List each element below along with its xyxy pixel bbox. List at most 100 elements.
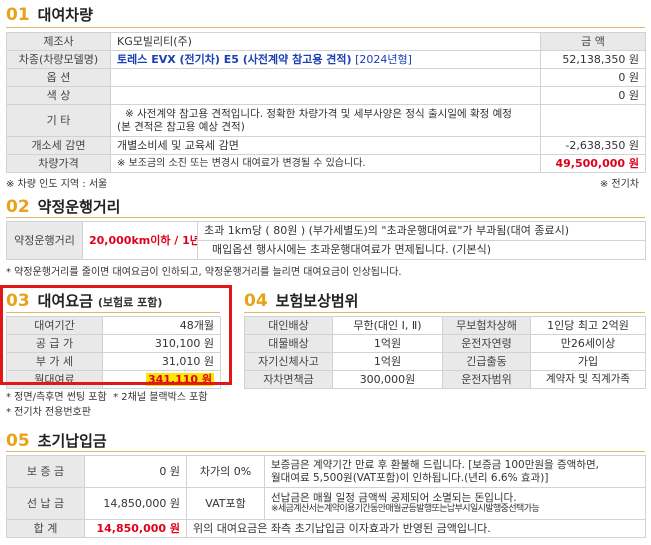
coverage-label: 긴급출동: [442, 352, 531, 371]
section-heading: 보험보상범위: [275, 292, 359, 310]
model-cell: 토레스 EVX (전기차) E5 (사전계약 참고용 견적) [2024년형]: [110, 50, 541, 69]
prepay-desc-2: ※세금계산서는계약이용기간동안매월균등발행또는납부시일시발행중선택가능: [271, 504, 540, 515]
section-01-title: 01 대여차량: [6, 4, 93, 25]
coverage-value: 1억원: [332, 352, 443, 371]
model-year: [2024년형]: [355, 52, 412, 66]
coverage-value: 300,000원: [332, 370, 443, 389]
section-divider: [6, 217, 645, 218]
model-amount: 52,138,350 원: [540, 50, 646, 69]
prepay-desc: 선납금은 매월 일정 금액씩 공제되어 소멸되는 돈입니다. ※세금계산서는계약…: [264, 487, 646, 520]
price-note: ※ 보조금의 소진 또는 변경시 대여료가 변경될 수 있습니다.: [110, 154, 541, 173]
etc-line-2: (본 견적은 참고용 예상 견적): [117, 120, 245, 133]
table-row: 옵 션 0 원: [6, 68, 646, 87]
deposit-desc: 보증금은 계약기간 만료 후 환불해 드립니다. [보증금 100만원을 증액하…: [264, 455, 646, 488]
ev-note: ※ 전기차: [599, 179, 639, 190]
total-value: 14,850,000 원: [84, 519, 187, 538]
section-number: 02: [6, 197, 30, 217]
section-number: 05: [6, 431, 30, 451]
initial-payment-table: 보 증 금 0 원 차가의 0% 보증금은 계약기간 만료 후 환불해 드립니다…: [6, 455, 646, 538]
model-label: 차종(차량모델명): [6, 50, 111, 69]
table-row: 자차면책금 300,000원 운전자범위 계약자 및 직계가족: [244, 370, 646, 389]
table-row: 자기신체사고 1억원 긴급출동 가입: [244, 352, 646, 371]
prepay-vat: VAT포함: [186, 487, 265, 520]
etc-label: 기 타: [6, 104, 111, 137]
deposit-ratio: 차가의 0%: [186, 455, 265, 488]
coverage-label: 대인배상: [244, 316, 333, 335]
coverage-value: 무한(대인 Ⅰ, Ⅱ): [332, 316, 443, 335]
coverage-label: 운전자범위: [442, 370, 531, 389]
tax-value: 개별소비세 및 교육세 감면: [110, 136, 541, 155]
section-02-title: 02 약정운행거리: [6, 196, 120, 217]
mileage-table: 약정운행거리 20,000km이하 / 1년 초과 1km당 ( 80원 ) (…: [6, 221, 646, 260]
deposit-label: 보 증 금: [6, 455, 85, 488]
model-value: 토레스 EVX (전기차) E5 (사전계약 참고용 견적): [117, 52, 352, 66]
section-divider: [244, 312, 645, 313]
price-amount: 49,500,000 원: [540, 154, 646, 173]
coverage-label: 대물배상: [244, 334, 333, 353]
table-row: 차종(차량모델명) 토레스 EVX (전기차) E5 (사전계약 참고용 견적)…: [6, 50, 646, 69]
prepay-value: 14,850,000 원: [84, 487, 187, 520]
table-row: 색 상 0 원: [6, 86, 646, 105]
etc-value: ※ 사전계약 참고용 견적입니다. 정확한 차량가격 및 세부사양은 정식 출시…: [110, 104, 541, 137]
insurance-table: 대인배상 무한(대인 Ⅰ, Ⅱ) 무보험차상해 1인당 최고 2억원 대물배상 …: [244, 316, 646, 389]
deposit-desc-2: 월대여료 5,500원(VAT포함)이 인하됩니다.(년리 6.6% 효과)]: [271, 471, 549, 484]
color-amount: 0 원: [540, 86, 646, 105]
color-label: 색 상: [6, 86, 111, 105]
section-divider: [6, 27, 645, 28]
section-number: 04: [244, 291, 268, 311]
coverage-value: 1억원: [332, 334, 443, 353]
table-row: 차량가격 ※ 보조금의 소진 또는 변경시 대여료가 변경될 수 있습니다. 4…: [6, 154, 646, 173]
highlight-box: [0, 285, 232, 385]
mileage-desc-1: 초과 1km당 ( 80원 ) (부가세별도)의 "초과운행대여료"가 부과됨(…: [197, 221, 646, 241]
coverage-value: 만26세이상: [530, 334, 646, 353]
section-number: 01: [6, 5, 30, 25]
option-value: [110, 68, 541, 87]
prepay-label: 선 납 금: [6, 487, 85, 520]
section-divider: [6, 451, 645, 452]
total-label: 합 계: [6, 519, 85, 538]
delivery-note: ※ 차량 인도 지역 : 서울: [6, 179, 108, 190]
table-row: 기 타 ※ 사전계약 참고용 견적입니다. 정확한 차량가격 및 세부사양은 정…: [6, 104, 646, 137]
coverage-label: 자기신체사고: [244, 352, 333, 371]
tinting-note-text: * 정면/측후면 썬팅 포함: [6, 392, 107, 403]
section-heading: 약정운행거리: [37, 198, 121, 216]
blackbox-note-text: * 2채널 블랙박스 포함: [113, 392, 208, 403]
coverage-label: 무보험차상해: [442, 316, 531, 335]
option-label: 옵 션: [6, 68, 111, 87]
section-04-title: 04 보험보상범위: [244, 290, 358, 311]
section-05-title: 05 초기납입금: [6, 430, 107, 451]
table-row: 약정운행거리 20,000km이하 / 1년 초과 1km당 ( 80원 ) (…: [6, 221, 646, 260]
table-row: 보 증 금 0 원 차가의 0% 보증금은 계약기간 만료 후 환불해 드립니다…: [6, 455, 646, 488]
section-heading: 대여차량: [37, 6, 93, 24]
coverage-value: 가입: [530, 352, 646, 371]
table-row: 합 계 14,850,000 원 위의 대여요금은 좌측 초기납입금 이자효과가…: [6, 519, 646, 538]
table-row: 개소세 감면 개별소비세 및 교육세 감면 -2,638,350 원: [6, 136, 646, 155]
mileage-value: 20,000km이하 / 1년: [82, 221, 198, 260]
color-value: [110, 86, 541, 105]
etc-line-1: ※ 사전계약 참고용 견적입니다. 정확한 차량가격 및 세부사양은 정식 출시…: [125, 107, 512, 120]
maker-value: KG모빌리티(주): [110, 32, 541, 51]
tax-amount: -2,638,350 원: [540, 136, 646, 155]
coverage-value: 계약자 및 직계가족: [530, 370, 646, 389]
etc-amount: [540, 104, 646, 137]
prepay-desc-1: 선납금은 매월 일정 금액씩 공제되어 소멸되는 돈입니다.: [271, 491, 517, 504]
maker-label: 제조사: [6, 32, 111, 51]
deposit-value: 0 원: [84, 455, 187, 488]
plate-note: * 전기차 전용번호판: [6, 407, 91, 418]
tinting-note: * 정면/측후면 썬팅 포함 * 2채널 블랙박스 포함: [6, 388, 208, 403]
table-row: 대인배상 무한(대인 Ⅰ, Ⅱ) 무보험차상해 1인당 최고 2억원: [244, 316, 646, 335]
table-row: 대물배상 1억원 운전자연령 만26세이상: [244, 334, 646, 353]
coverage-label: 자차면책금: [244, 370, 333, 389]
mileage-label: 약정운행거리: [6, 221, 83, 260]
coverage-value: 1인당 최고 2억원: [530, 316, 646, 335]
total-desc: 위의 대여요금은 좌측 초기납입금 이자효과가 반영된 금액입니다.: [186, 519, 646, 538]
amount-header: 금 액: [540, 32, 646, 51]
table-row: 제조사 KG모빌리티(주) 금 액: [6, 32, 646, 51]
option-amount: 0 원: [540, 68, 646, 87]
mileage-desc-2: 매입옵션 행사시에는 초과운행대여료가 면제됩니다. (기본식): [197, 240, 646, 260]
mileage-note: * 약정운행거리를 줄이면 대여요금이 인하되고, 약정운행거리를 늘리면 대여…: [6, 267, 402, 278]
deposit-desc-1: 보증금은 계약기간 만료 후 환불해 드립니다. [보증금 100만원을 증액하…: [271, 458, 599, 471]
tax-label: 개소세 감면: [6, 136, 111, 155]
coverage-label: 운전자연령: [442, 334, 531, 353]
price-label: 차량가격: [6, 154, 111, 173]
